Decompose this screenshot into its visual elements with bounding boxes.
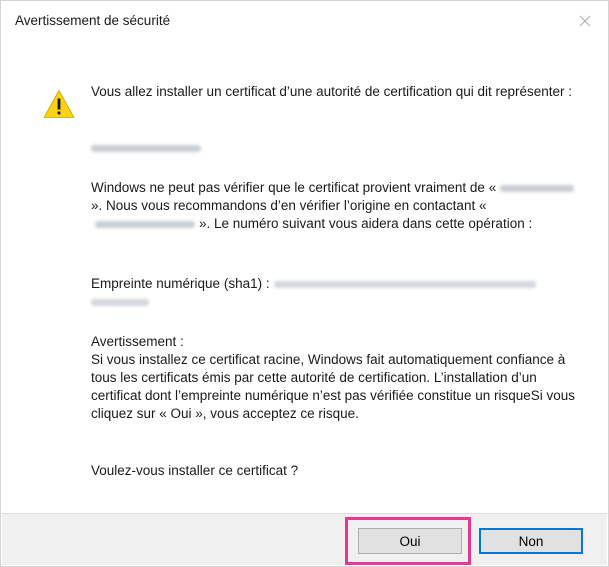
warning-body: Si vous installez ce certificat racine, … [91,352,576,421]
close-icon [579,15,591,27]
no-button[interactable]: Non [479,528,583,554]
title-bar: Avertissement de sécurité [1,1,608,41]
issuer-name-redacted [91,139,581,157]
security-warning-dialog: Avertissement de sécurité Vous allez ins… [0,0,609,567]
warning-icon [43,90,75,118]
warning-heading: Avertissement : [91,334,184,349]
yes-button-highlight [345,517,471,565]
intro-text: Vous allez installer un certificat d’une… [91,84,573,99]
verification-text: Windows ne peut pas vérifier que le cert… [91,179,581,233]
thumbprint-value-redacted [273,280,536,288]
install-question: Voulez-vous installer ce certificat ? [91,463,299,478]
button-bar: Oui Non [2,513,607,565]
thumbprint-row: Empreinte numérique (sha1) : [91,275,581,311]
verification-text-part2: ». Nous vous recommandons d’en vérifier … [91,198,487,213]
close-button[interactable] [562,1,608,41]
verification-text-part1: Windows ne peut pas vérifier que le cert… [91,180,497,195]
thumbprint-label: Empreinte numérique (sha1) : [91,276,270,291]
window-title: Avertissement de sécurité [15,13,171,28]
verification-text-part3: ». Le numéro suivant vous aidera dans ce… [199,216,533,231]
